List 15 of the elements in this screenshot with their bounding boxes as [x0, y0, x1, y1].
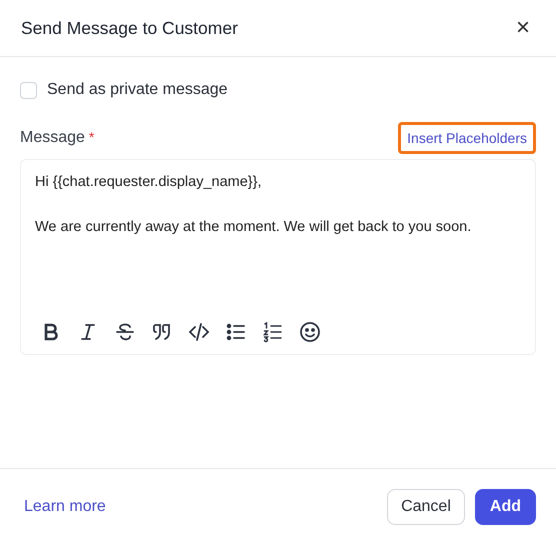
message-text: We are currently away at the moment. We will get back to you soon. [35, 219, 472, 235]
checkbox[interactable] [20, 82, 37, 98]
message-text: Hi {{chat.requester.display_name}}, [35, 174, 263, 190]
required-mark: * [88, 129, 94, 145]
field-label: Message [20, 129, 85, 146]
add-button[interactable]: Add [474, 489, 536, 525]
cancel-button[interactable]: Cancel [387, 489, 465, 525]
checkbox-label: Send as private message [47, 81, 228, 99]
dialog-title: Send Message to Customer [21, 18, 238, 38]
emoji-icon[interactable] [298, 320, 322, 344]
close-button[interactable]: × [512, 16, 534, 40]
message-editor[interactable]: Hi {{chat.requester.display_name}}, We are currently away at the moment. We will get back to you soon. [20, 159, 536, 355]
insert-placeholders-link[interactable]: Insert Placeholders [398, 122, 536, 154]
code-icon[interactable] [187, 320, 211, 344]
learn-more-link[interactable]: Learn more [24, 498, 106, 516]
